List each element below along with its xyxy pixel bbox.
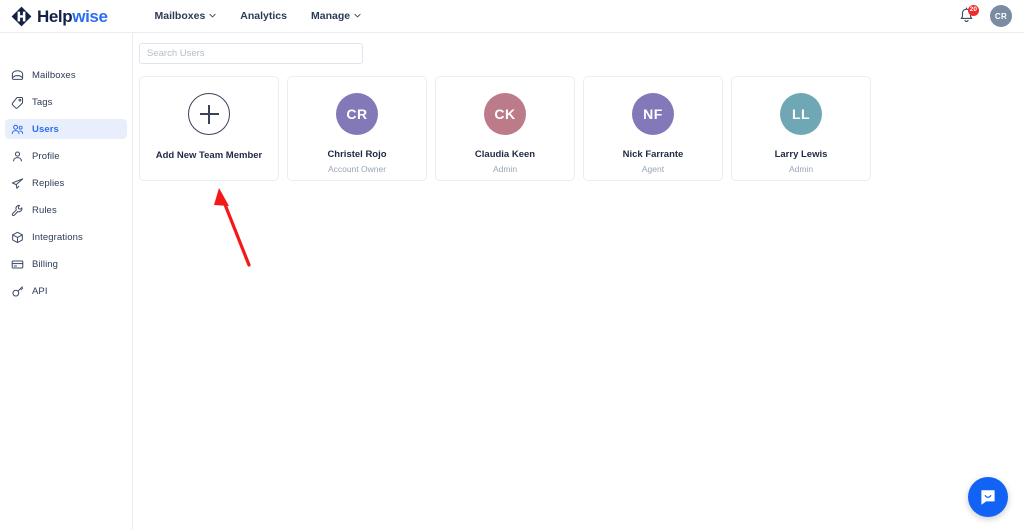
sidebar-item-integrations-label: Integrations bbox=[32, 231, 83, 243]
user-card[interactable]: NF Nick Farrante Agent bbox=[583, 76, 723, 181]
nav-item-manage-label: Manage bbox=[310, 10, 351, 22]
brand-name-part1: Help bbox=[37, 6, 73, 26]
chevron-down-icon bbox=[354, 12, 361, 19]
nav-item-analytics[interactable]: Analytics bbox=[240, 10, 287, 22]
sidebar-item-rules-label: Rules bbox=[32, 204, 57, 216]
sidebar-item-billing[interactable]: Billing bbox=[5, 254, 127, 274]
nav-item-manage[interactable]: Manage bbox=[311, 10, 361, 22]
nav-item-mailboxes[interactable]: Mailboxes bbox=[155, 10, 217, 22]
search-bar bbox=[134, 33, 1024, 64]
user-cards-grid: Add New Team Member CR Christel Rojo Acc… bbox=[134, 64, 1024, 181]
user-card[interactable]: LL Larry Lewis Admin bbox=[731, 76, 871, 181]
sidebar-item-users-label: Users bbox=[32, 123, 59, 135]
sidebar-item-replies-label: Replies bbox=[32, 177, 65, 189]
key-icon bbox=[11, 285, 24, 298]
account-avatar[interactable]: CR bbox=[990, 5, 1012, 27]
cube-icon bbox=[11, 231, 24, 244]
user-name: Larry Lewis bbox=[774, 149, 828, 160]
paper-plane-icon bbox=[11, 177, 24, 190]
add-new-team-member-card[interactable]: Add New Team Member bbox=[139, 76, 279, 181]
nav-item-analytics-label: Analytics bbox=[240, 10, 287, 22]
sidebar-item-rules[interactable]: Rules bbox=[5, 200, 127, 220]
main-navigation: Mailboxes Analytics Manage bbox=[155, 10, 362, 22]
sidebar-item-integrations[interactable]: Integrations bbox=[5, 227, 127, 247]
top-bar: Helpwise Mailboxes Analytics Manage 20 C… bbox=[0, 0, 1024, 33]
user-role: Agent bbox=[641, 164, 665, 174]
brand-name: Helpwise bbox=[37, 8, 108, 25]
sidebar-item-mailboxes[interactable]: Mailboxes bbox=[5, 65, 127, 85]
notifications-button[interactable]: 20 bbox=[958, 4, 979, 26]
avatar: CR bbox=[336, 93, 378, 135]
chat-bubble-icon bbox=[978, 487, 998, 507]
sidebar-item-mailboxes-label: Mailboxes bbox=[32, 69, 76, 81]
sidebar-item-tags-label: Tags bbox=[32, 96, 53, 108]
avatar: CK bbox=[484, 93, 526, 135]
chevron-down-icon bbox=[209, 12, 216, 19]
helpwise-diamond-h-logo-icon bbox=[11, 6, 32, 27]
sidebar-item-replies[interactable]: Replies bbox=[5, 173, 127, 193]
mailbox-icon bbox=[11, 69, 24, 82]
user-role: Admin bbox=[788, 164, 814, 174]
user-name: Claudia Keen bbox=[474, 149, 536, 160]
user-role: Admin bbox=[492, 164, 518, 174]
brand-logo[interactable]: Helpwise bbox=[11, 6, 108, 27]
nav-item-mailboxes-label: Mailboxes bbox=[154, 10, 206, 22]
sidebar-item-users[interactable]: Users bbox=[5, 119, 127, 139]
users-icon bbox=[11, 123, 24, 136]
sidebar-item-billing-label: Billing bbox=[32, 258, 59, 270]
avatar: LL bbox=[780, 93, 822, 135]
sidebar: Mailboxes Tags Users Profile Replies Rul… bbox=[0, 33, 133, 530]
sidebar-item-api[interactable]: API bbox=[5, 281, 127, 301]
sidebar-item-tags[interactable]: Tags bbox=[5, 92, 127, 112]
tag-icon bbox=[11, 96, 24, 109]
user-name: Christel Rojo bbox=[327, 149, 387, 160]
plus-circle-icon bbox=[188, 93, 230, 135]
sidebar-item-profile-label: Profile bbox=[32, 150, 60, 162]
wrench-icon bbox=[11, 204, 24, 217]
brand-name-part2: wise bbox=[72, 6, 108, 26]
sidebar-item-api-label: API bbox=[32, 285, 48, 297]
user-name: Nick Farrante bbox=[622, 149, 684, 160]
user-card[interactable]: CR Christel Rojo Account Owner bbox=[287, 76, 427, 181]
notification-badge: 20 bbox=[967, 4, 979, 16]
top-bar-actions: 20 CR bbox=[958, 4, 1012, 27]
sidebar-item-profile[interactable]: Profile bbox=[5, 146, 127, 166]
search-users-input[interactable] bbox=[139, 43, 363, 64]
main-content: Add New Team Member CR Christel Rojo Acc… bbox=[134, 33, 1024, 530]
user-card[interactable]: CK Claudia Keen Admin bbox=[435, 76, 575, 181]
chat-launcher-button[interactable] bbox=[968, 477, 1008, 517]
user-role: Account Owner bbox=[327, 164, 387, 174]
add-new-team-member-label: Add New Team Member bbox=[155, 150, 263, 161]
avatar: NF bbox=[632, 93, 674, 135]
person-icon bbox=[11, 150, 24, 163]
credit-card-icon bbox=[11, 258, 24, 271]
